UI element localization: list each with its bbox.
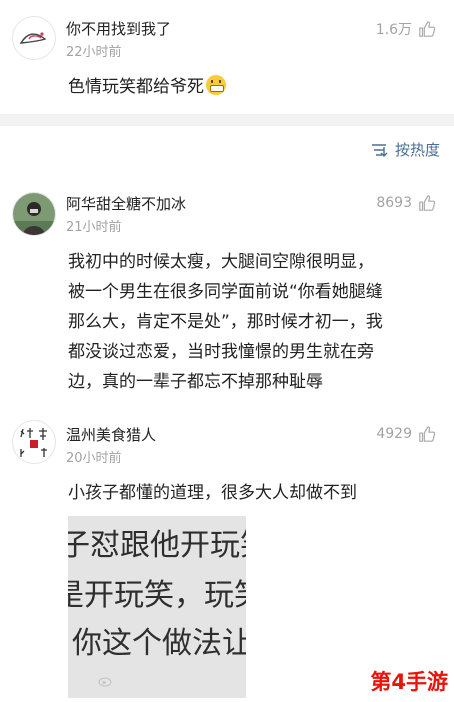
sort-by-hot-button[interactable]: 按热度 [371, 139, 440, 160]
image-text-line: 子怼跟他开玩笑 [68, 528, 246, 563]
comment-text: 我初中的时候太瘦，大腿间空隙很明显， 被一个男生在很多同学面前说“你看她腿缝 那… [68, 247, 448, 397]
weibo-watermark-icon [98, 677, 112, 687]
comment-time: 22小时前 [66, 45, 122, 60]
comment-line: 色情玩笑都给爷死 [68, 77, 204, 97]
calligraphy-avatar-icon [13, 421, 55, 463]
comment-line: 小孩子都懂的道理，很多大人却做不到 [68, 483, 357, 503]
image-watermark [98, 675, 114, 690]
like-count: 1.6万 [375, 22, 412, 38]
comment-line: 我初中的时候太瘦，大腿间空隙很明显， [68, 252, 374, 272]
avatar[interactable] [12, 192, 56, 236]
avatar[interactable] [12, 420, 56, 464]
image-text-line: 你这个做法让 [72, 626, 246, 661]
girl-photo-avatar-icon [13, 193, 55, 235]
comment-text: 色情玩笑都给爷死 [68, 72, 226, 102]
comment-line: 都没谈过恋爱，当时我憧憬的男生就在旁 [68, 342, 374, 362]
username[interactable]: 阿华甜全糖不加冰 [66, 193, 186, 214]
sketch-avatar-icon [13, 17, 55, 59]
like-button[interactable]: 8693 [376, 194, 436, 212]
comment-text: 小孩子都懂的道理，很多大人却做不到 [68, 478, 357, 508]
username[interactable]: 你不用找到我了 [66, 18, 171, 39]
like-count: 8693 [376, 195, 412, 211]
sort-label: 按热度 [394, 141, 440, 159]
comment-line: 边，真的一辈子都忘不掉那种耻辱 [68, 372, 323, 392]
thumb-up-icon [419, 195, 436, 211]
thumb-up-icon [419, 21, 436, 37]
like-button[interactable]: 4929 [376, 425, 436, 443]
avatar[interactable] [12, 16, 56, 60]
sort-icon [371, 143, 388, 157]
thumb-up-icon [419, 426, 436, 442]
comment-time: 21小时前 [66, 220, 122, 235]
username[interactable]: 温州美食猎人 [66, 424, 156, 445]
comment-image[interactable]: 子怼跟他开玩笑 是开玩笑，玩笑 你这个做法让 [68, 516, 246, 698]
image-text-line: 是开玩笑，玩笑 [68, 578, 246, 613]
like-button[interactable]: 1.6万 [376, 19, 436, 39]
comment-line: 那么大，肯定不是处”，那时候才初一，我 [68, 312, 383, 332]
grinning-emoji-icon [206, 75, 226, 95]
like-count: 4929 [376, 426, 412, 442]
site-logo: 第4手游 [370, 670, 448, 694]
section-divider [0, 114, 454, 126]
comment-line: 被一个男生在很多同学面前说“你看她腿缝 [68, 282, 383, 302]
comment-time: 20小时前 [66, 451, 122, 466]
